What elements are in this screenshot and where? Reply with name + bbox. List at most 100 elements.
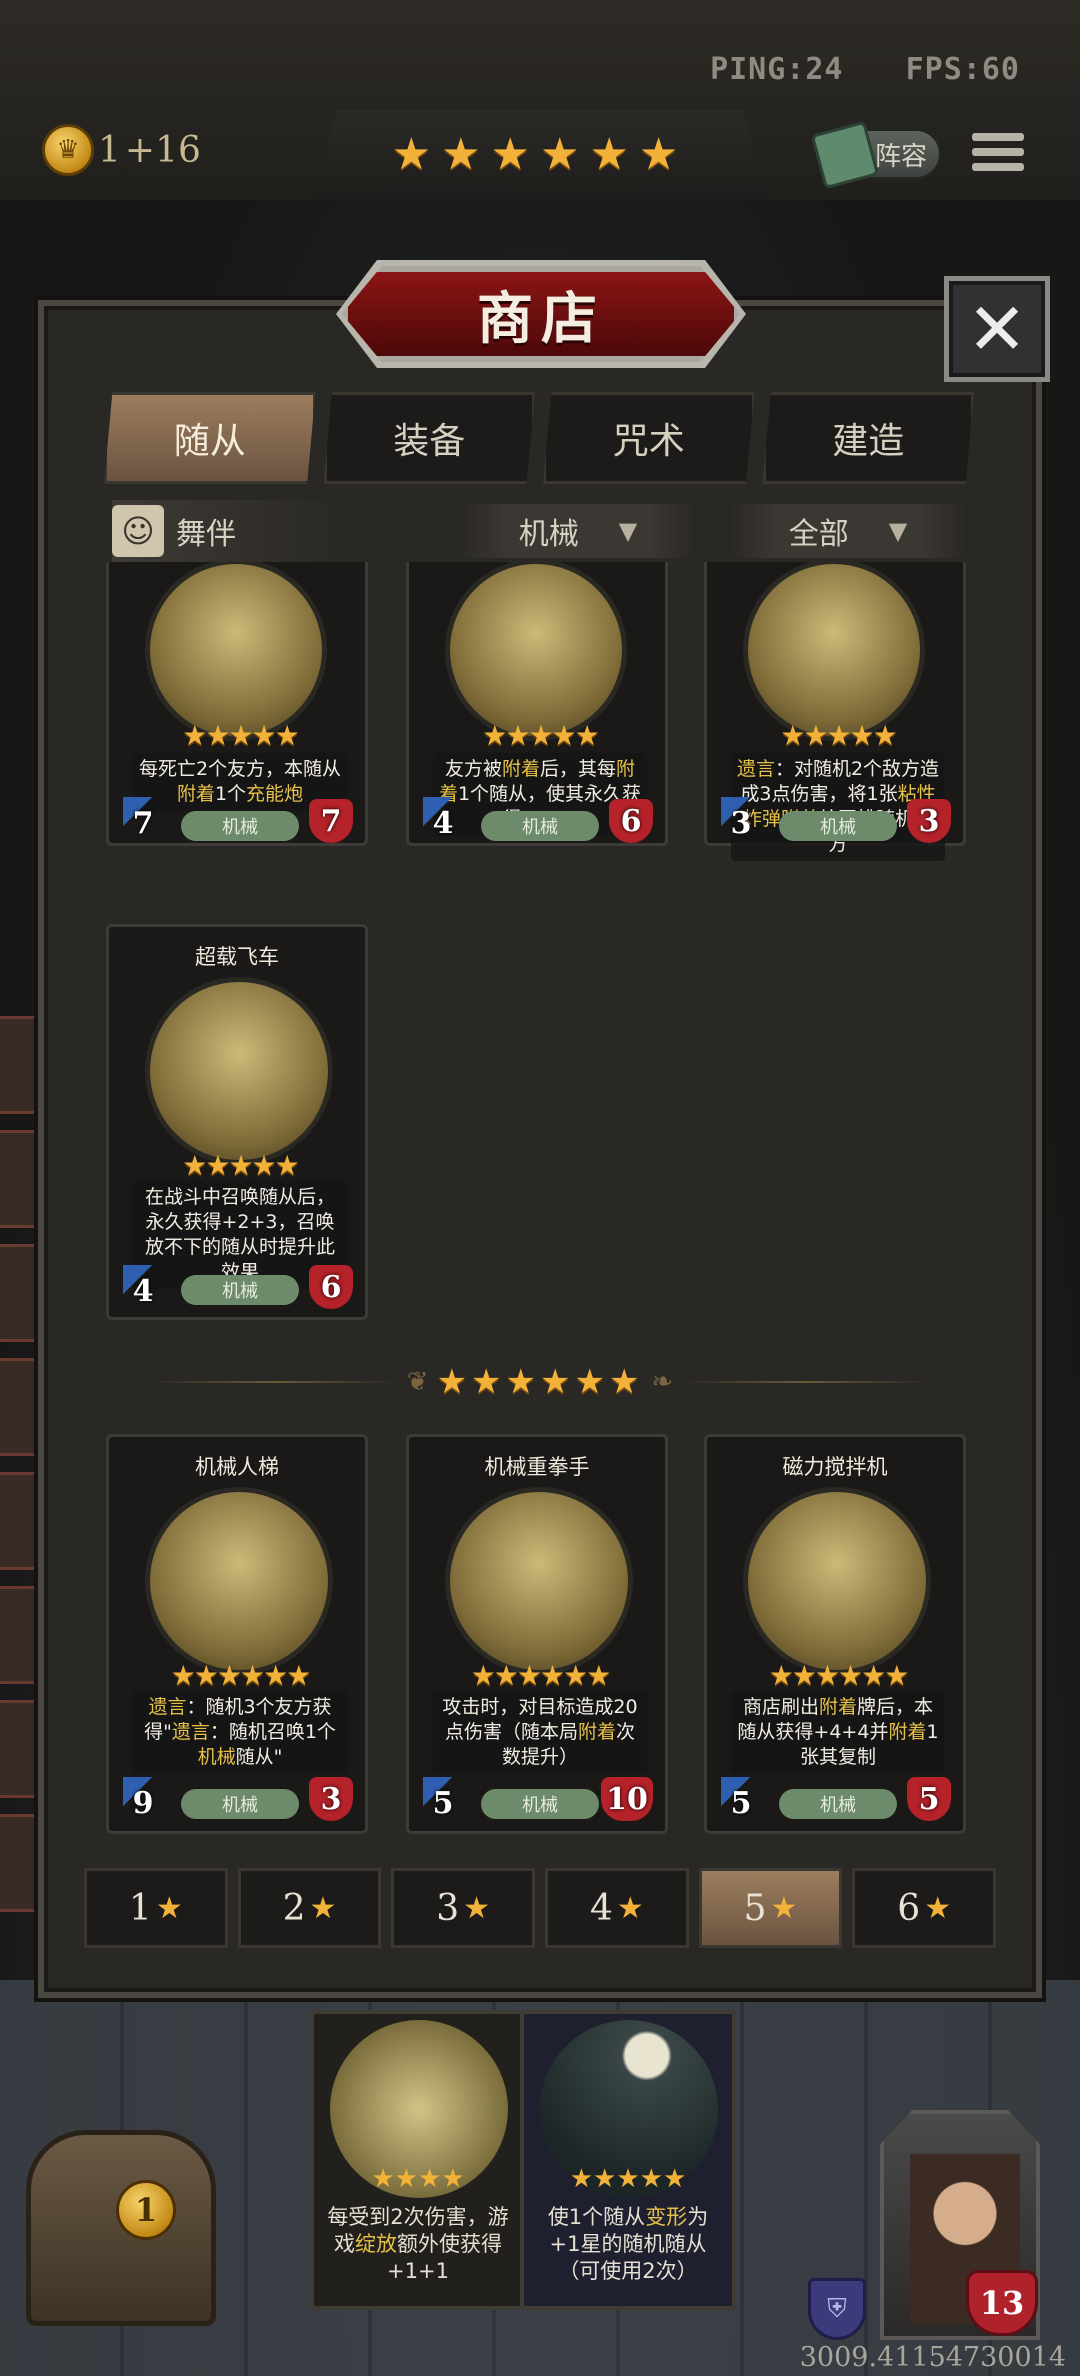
tab-build[interactable]: 建造: [762, 392, 974, 484]
tier-stars: ★★★★★★: [391, 129, 689, 180]
board-slot[interactable]: [0, 1016, 40, 1114]
tier-button-6[interactable]: 6 ★: [852, 1868, 997, 1948]
shop-title-plate: 商店: [342, 266, 740, 362]
category-filter-dropdown[interactable]: 全部 ▼: [730, 504, 966, 558]
tribe-tag: 机械: [181, 1789, 299, 1819]
fps-readout: FPS:60: [905, 52, 1020, 87]
tab-label: 装备: [393, 421, 466, 462]
minion-name: 磁力搅拌机: [782, 1455, 888, 1479]
minion-name: 机械人梯: [195, 1455, 279, 1479]
tribe-tag: 机械: [181, 811, 299, 841]
attack-value: 9: [123, 1777, 163, 1821]
minion-name: 超载飞车: [195, 945, 279, 969]
shield-icon: ⛨: [808, 2278, 866, 2340]
attack-value: 5: [721, 1777, 761, 1821]
card-effect-text: 每受到2次伤害，游戏绽放额外使获得+1+1: [327, 2205, 509, 2283]
minion-card[interactable]: ★★★★★ 每死亡2个友方，本随从附着1个充能炮 7 机械 7: [106, 562, 368, 846]
tab-spells[interactable]: 咒术: [543, 392, 755, 484]
chevron-down-icon: ▼: [618, 517, 638, 545]
tier-button-3[interactable]: 3 ★: [391, 1868, 536, 1948]
tier-button-2[interactable]: 2 ★: [237, 1868, 382, 1948]
minion-card[interactable]: 机械重拳手 ★★★★★★ 攻击时，对目标造成20点伤害（随本局附着次数提升） 5…: [406, 1434, 668, 1834]
minion-portrait: [445, 562, 627, 741]
attack-value: 5: [423, 1777, 463, 1821]
board-slot[interactable]: [0, 1472, 40, 1570]
tribe-tag: 机械: [181, 1275, 299, 1305]
tribe-tag: 机械: [779, 1789, 897, 1819]
close-button[interactable]: ✕: [944, 276, 1050, 382]
divider-stars: ★★★★★★: [436, 1362, 644, 1402]
star-icon: ★: [924, 1890, 952, 1926]
card-stars: ★★★★★: [482, 719, 600, 752]
crown-coin-icon: ♛: [42, 124, 94, 176]
tribe-filter-dropdown[interactable]: 机械 ▼: [460, 504, 696, 558]
card-effect-text: 使1个随从变形为+1星的随机随从（可使用2次）: [547, 2205, 709, 2283]
partner-toggle[interactable]: ☺ 舞伴: [112, 500, 342, 562]
tier-button-1[interactable]: 1 ★: [84, 1868, 228, 1948]
network-stats: PING:24 FPS:60: [710, 52, 1020, 87]
card-stars: ★★★★★★: [768, 1659, 910, 1692]
hand-card[interactable]: ★★★★ 每受到2次伤害，游戏绽放额外使获得+1+1: [310, 2010, 526, 2310]
tribe-filter-value: 机械: [518, 517, 579, 552]
minion-portrait: [145, 562, 327, 741]
chevron-down-icon: ▼: [888, 517, 908, 545]
minion-card[interactable]: ★★★★★ 遗言：对随机2个敌方造成3点伤害，将1张粘性炸弹附着给同排随机友方 …: [704, 562, 966, 861]
gold-income: +16: [124, 129, 201, 171]
tab-equipment[interactable]: 装备: [323, 392, 535, 484]
star-icon: ★: [770, 1890, 798, 1926]
menu-icon-bar: [972, 133, 1024, 142]
debug-coordinates: 3009.41154730014: [799, 2342, 1066, 2373]
minion-card[interactable]: 机械人梯 ★★★★★★ 遗言：随机3个友方获得"遗言：随机召唤1个机械随从" 9…: [106, 1434, 368, 1834]
health-value: 3: [907, 799, 951, 843]
card-effect-text: 攻击时，对目标造成20点伤害（随本局附着次数提升）: [433, 1691, 647, 1774]
hero-health: 13: [966, 2270, 1038, 2336]
board-slot[interactable]: [0, 1586, 40, 1684]
health-value: 5: [907, 1777, 951, 1821]
tier-number: 4: [589, 1887, 613, 1929]
minion-card[interactable]: 磁力搅拌机 ★★★★★★ 商店刷出附着牌后，本随从获得+4+4并附着1张其复制 …: [704, 1434, 966, 1834]
board-slot[interactable]: [0, 1244, 40, 1342]
tier-number: 2: [282, 1887, 306, 1929]
tier-button-4[interactable]: 4 ★: [545, 1868, 689, 1948]
hand-card[interactable]: ★★★★★ 使1个随从变形为+1星的随机随从（可使用2次）: [520, 2010, 736, 2310]
card-stars: ★★★★★★: [470, 1659, 612, 1692]
minion-card[interactable]: 超载飞车 ★★★★★ 在战斗中召唤随从后，永久获得+2+3，召唤放不下的随从时提…: [106, 924, 368, 1320]
board-slot[interactable]: [0, 1814, 40, 1912]
health-value: 10: [601, 1777, 653, 1821]
menu-icon-bar: [972, 147, 1024, 156]
health-value: 7: [309, 799, 353, 843]
card-stars: ★★★★★: [182, 1149, 300, 1182]
health-value: 6: [309, 1265, 353, 1309]
minion-portrait: [743, 1487, 931, 1675]
card-stars: ★★★★★★: [170, 1659, 312, 1692]
chest-count-badge: 1: [116, 2180, 176, 2240]
minion-portrait: [145, 1487, 333, 1675]
menu-icon-bar: [972, 162, 1024, 171]
minion-portrait: [743, 562, 925, 741]
minion-card[interactable]: ★★★★★ 友方被附着后，其每附着1个随从，使其永久获得+1+1 4 机械 6: [406, 562, 668, 846]
roster-button[interactable]: 阵容: [810, 120, 942, 190]
menu-button[interactable]: [970, 124, 1026, 180]
tab-label: 建造: [832, 421, 905, 462]
close-icon: ✕: [966, 287, 1028, 371]
card-stars: ★★★★★: [182, 719, 300, 752]
board-slot[interactable]: [0, 1700, 40, 1798]
star-icon: ★: [463, 1890, 491, 1926]
tier-button-5[interactable]: 5 ★: [698, 1868, 843, 1948]
card-effect-text: 遗言：随机3个友方获得"遗言：随机召唤1个机械随从": [133, 1691, 347, 1774]
tier-number: 6: [897, 1887, 921, 1929]
attack-value: 7: [123, 797, 163, 841]
star-icon: ★: [616, 1890, 644, 1926]
tier-number: 1: [128, 1887, 152, 1929]
gold-amount: 1: [98, 129, 121, 171]
health-value: 3: [309, 1777, 353, 1821]
tab-minions[interactable]: 随从: [104, 392, 316, 484]
board-slot[interactable]: [0, 1358, 40, 1456]
attack-value: 3: [721, 797, 761, 841]
minion-portrait: [445, 1487, 633, 1675]
card-list[interactable]: ★★★★★ 每死亡2个友方，本随从附着1个充能炮 7 机械 7 ★★★★★ 友方…: [84, 562, 996, 1852]
attack-value: 4: [423, 797, 463, 841]
category-filter-value: 全部: [788, 517, 849, 552]
card-stars: ★★★★: [371, 2164, 465, 2194]
board-slot[interactable]: [0, 1130, 40, 1228]
